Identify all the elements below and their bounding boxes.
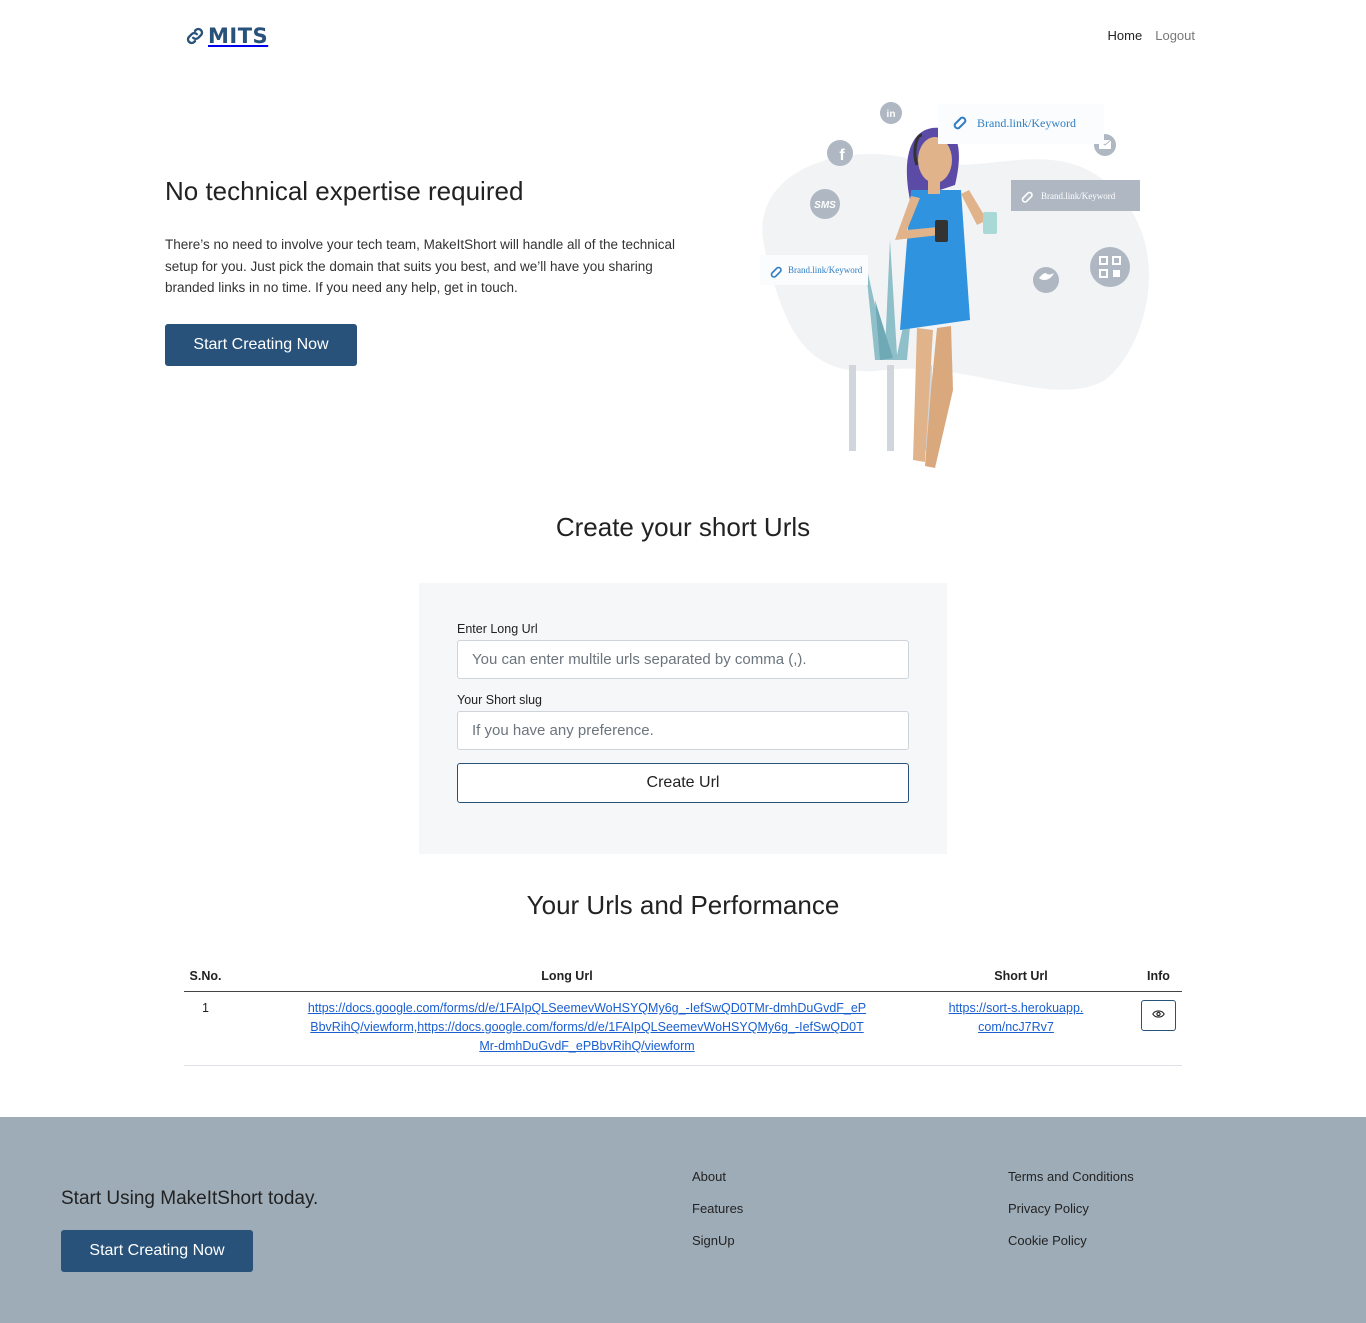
row-short-url-cell: https://sort-s.herokuapp.com/ncJ7Rv7 — [907, 991, 1135, 1066]
row-short-url-link[interactable]: https://sort-s.herokuapp.com/ncJ7Rv7 — [949, 1001, 1084, 1034]
column-header-short-url: Short Url — [907, 965, 1135, 992]
short-slug-label: Your Short slug — [457, 693, 543, 707]
table-header-row: S.No. Long Url Short Url Info — [184, 965, 1182, 992]
linkedin-icon: in — [887, 109, 896, 120]
long-url-input[interactable] — [457, 640, 909, 679]
footer-link-cookie[interactable]: Cookie Policy — [1008, 1232, 1134, 1250]
link-icon — [184, 25, 206, 47]
column-header-sno: S.No. — [184, 965, 227, 992]
footer-links-company: About Features SignUp — [692, 1168, 743, 1250]
table-row: 1 https://docs.google.com/forms/d/e/1FAI… — [184, 991, 1182, 1066]
row-info-cell — [1135, 991, 1182, 1066]
badge-text-3: Brand.link/Keyword — [788, 265, 863, 275]
footer-link-privacy[interactable]: Privacy Policy — [1008, 1200, 1134, 1218]
create-section-title: Create your short Urls — [555, 512, 811, 542]
column-header-long-url: Long Url — [227, 965, 907, 992]
hero-title: No technical expertise required — [165, 176, 524, 206]
sms-icon: SMS — [814, 200, 836, 211]
hero-description: There’s no need to involve your tech tea… — [165, 237, 676, 295]
top-navbar: MITS Home Logout — [0, 0, 1366, 75]
footer-link-about[interactable]: About — [692, 1168, 743, 1186]
nav-home-link[interactable]: Home — [1108, 28, 1143, 43]
facebook-icon: f — [839, 147, 845, 164]
footer-link-signup[interactable]: SignUp — [692, 1232, 743, 1250]
footer-link-terms[interactable]: Terms and Conditions — [1008, 1168, 1134, 1186]
hero-illustration: in f SMS Brand.link/Keyword Brand.link/K… — [725, 90, 1175, 480]
short-slug-input[interactable] — [457, 711, 909, 750]
urls-table: S.No. Long Url Short Url Info 1 https://… — [184, 965, 1182, 1066]
create-url-form: Enter Long Url Your Short slug Create Ur… — [419, 583, 947, 854]
badge-text-1: Brand.link/Keyword — [977, 116, 1076, 130]
create-url-button[interactable]: Create Url — [457, 763, 909, 803]
badge-text-2: Brand.link/Keyword — [1041, 191, 1116, 201]
footer-cta-text: Start Using MakeItShort today. — [61, 1188, 319, 1209]
logo-text: MITS — [208, 24, 269, 48]
nav-links: Home Logout — [1108, 28, 1195, 43]
site-footer: Start Using MakeItShort today. Start Cre… — [0, 1117, 1366, 1323]
row-sno: 1 — [184, 991, 227, 1066]
footer-start-creating-button[interactable]: Start Creating Now — [61, 1230, 253, 1272]
site-logo[interactable]: MITS — [184, 24, 268, 48]
eye-icon — [1152, 1010, 1165, 1018]
row-info-button[interactable] — [1141, 1000, 1176, 1031]
footer-link-features[interactable]: Features — [692, 1200, 743, 1218]
column-header-info: Info — [1135, 965, 1182, 992]
long-url-label: Enter Long Url — [457, 622, 538, 636]
hero-start-creating-button[interactable]: Start Creating Now — [165, 324, 357, 366]
footer-links-legal: Terms and Conditions Privacy Policy Cook… — [1008, 1168, 1134, 1250]
nav-logout-link[interactable]: Logout — [1155, 28, 1195, 43]
performance-section-title: Your Urls and Performance — [526, 890, 840, 920]
row-long-url-link[interactable]: https://docs.google.com/forms/d/e/1FAIpQ… — [308, 1001, 866, 1053]
row-long-url-cell: https://docs.google.com/forms/d/e/1FAIpQ… — [227, 991, 907, 1066]
